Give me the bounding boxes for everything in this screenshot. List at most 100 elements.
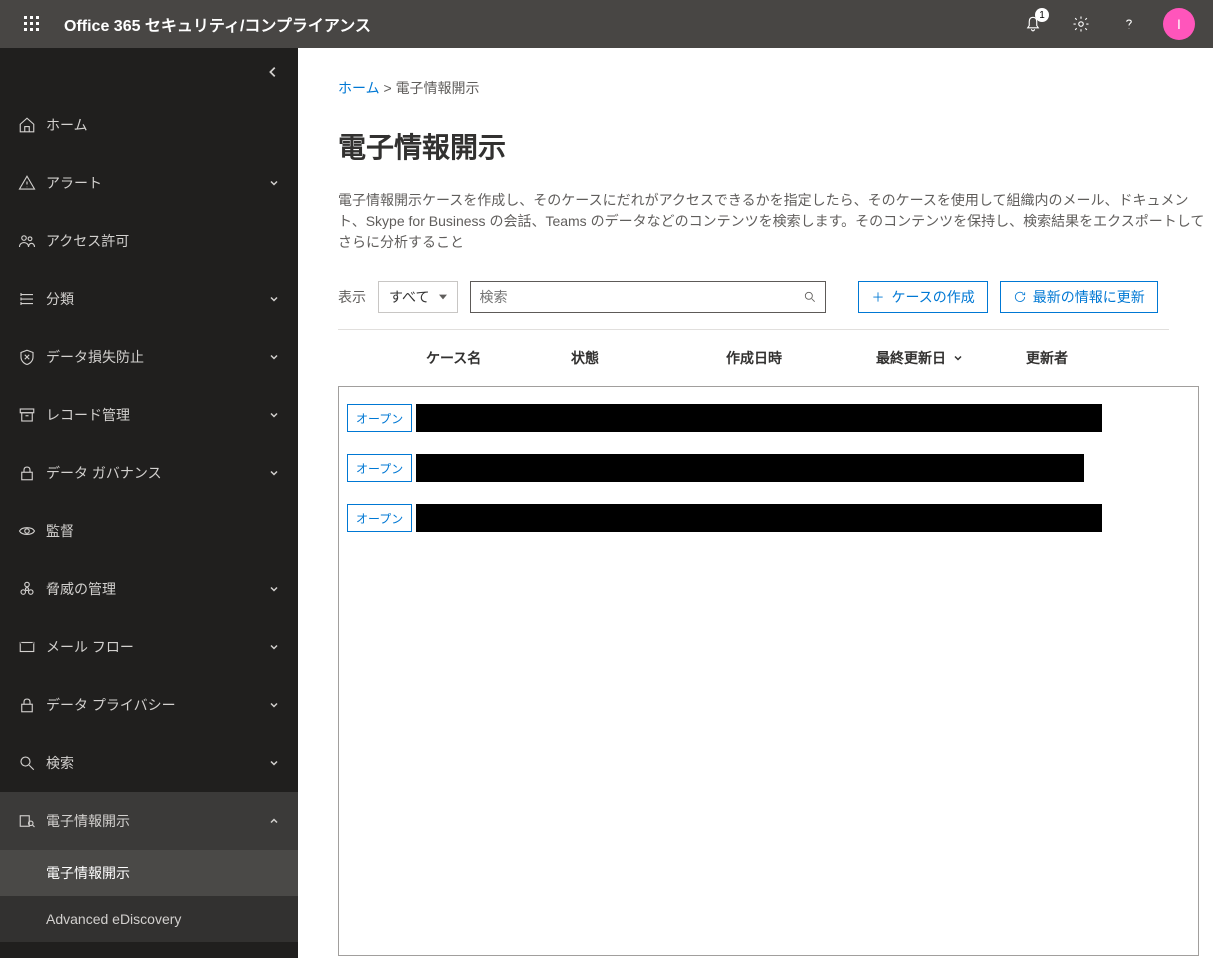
sidebar-item-label: メール フロー — [46, 637, 266, 657]
sidebar-subitem-label: Advanced eDiscovery — [46, 911, 181, 927]
caret-down-icon — [439, 293, 447, 301]
sidebar-subitem-label: 電子情報開示 — [46, 863, 130, 883]
sidebar-item-alerts[interactable]: アラート — [0, 154, 298, 212]
sidebar-item-permissions[interactable]: アクセス許可 — [0, 212, 298, 270]
sidebar-item-label: レコード管理 — [46, 405, 266, 425]
brand-title: Office 365 セキュリティ/コンプライアンス — [64, 12, 371, 36]
col-state[interactable]: 状態 — [563, 348, 718, 368]
chevron-down-icon — [266, 641, 282, 653]
show-label: 表示 — [338, 287, 366, 307]
chevron-down-icon — [266, 467, 282, 479]
sidebar-item-label: アクセス許可 — [46, 231, 282, 251]
table-row: オープン — [347, 447, 1198, 489]
people-icon — [18, 232, 46, 250]
list-icon — [18, 290, 46, 308]
sidebar-item-label: 検索 — [46, 753, 266, 773]
refresh-button[interactable]: 最新の情報に更新 — [1000, 281, 1158, 313]
sidebar-item-label: 監督 — [46, 521, 282, 541]
help-icon[interactable] — [1105, 0, 1153, 48]
avatar[interactable]: I — [1163, 8, 1195, 40]
chevron-down-icon — [266, 409, 282, 421]
plus-icon — [871, 290, 885, 304]
sidebar-item-classification[interactable]: 分類 — [0, 270, 298, 328]
sidebar-subitem-advanced-ediscovery[interactable]: Advanced eDiscovery — [0, 896, 298, 942]
mail-icon — [18, 638, 46, 656]
sidebar-item-records[interactable]: レコード管理 — [0, 386, 298, 444]
sidebar-item-label: 脅威の管理 — [46, 579, 266, 599]
notification-badge: 1 — [1035, 8, 1049, 22]
chevron-down-icon — [266, 177, 282, 189]
redacted-content — [416, 404, 1102, 432]
sidebar-item-home[interactable]: ホーム — [0, 96, 298, 154]
sidebar-item-label: 分類 — [46, 289, 266, 309]
redacted-content — [416, 504, 1102, 532]
breadcrumb-current: 電子情報開示 — [396, 80, 480, 96]
table-row: オープン — [347, 497, 1198, 539]
col-updated[interactable]: 最終更新日 — [868, 348, 1018, 368]
search-box[interactable] — [470, 281, 826, 313]
sidebar-item-label: 電子情報開示 — [46, 811, 266, 831]
page-title: 電子情報開示 — [338, 126, 1213, 166]
redacted-content — [416, 454, 1084, 482]
settings-icon[interactable] — [1057, 0, 1105, 48]
sidebar-item-dlp[interactable]: データ損失防止 — [0, 328, 298, 386]
search-icon — [803, 290, 817, 304]
chevron-down-icon — [266, 351, 282, 363]
lock-icon — [18, 696, 46, 714]
sidebar: ホーム アラート アクセス許可 分類 データ損失防止 レコード管理 — [0, 48, 298, 958]
open-case-button[interactable]: オープン — [347, 454, 412, 482]
open-case-button[interactable]: オープン — [347, 504, 412, 532]
notifications-icon[interactable]: 1 — [1009, 0, 1057, 48]
sidebar-item-label: データ損失防止 — [46, 347, 266, 367]
col-created[interactable]: 作成日時 — [718, 348, 868, 368]
toolbar: 表示 すべて ケースの作成 最新の情報に更新 — [338, 281, 1213, 313]
create-case-label: ケースの作成 — [891, 287, 974, 307]
sidebar-item-label: データ ガバナンス — [46, 463, 266, 483]
sidebar-item-label: データ プライバシー — [46, 695, 266, 715]
search-input[interactable] — [479, 289, 803, 305]
sidebar-item-mail-flow[interactable]: メール フロー — [0, 618, 298, 676]
page-description: 電子情報開示ケースを作成し、そのケースにだれがアクセスできるかを指定したら、その… — [338, 190, 1213, 253]
chevron-down-icon — [266, 699, 282, 711]
sidebar-subitem-ediscovery[interactable]: 電子情報開示 — [0, 850, 298, 896]
sidebar-item-supervision[interactable]: 監督 — [0, 502, 298, 560]
archive-icon — [18, 406, 46, 424]
lock-icon — [18, 464, 46, 482]
home-icon — [18, 116, 46, 134]
create-case-button[interactable]: ケースの作成 — [858, 281, 987, 313]
breadcrumb-home-link[interactable]: ホーム — [338, 80, 380, 96]
breadcrumb-separator: > — [383, 80, 391, 96]
chevron-down-icon — [266, 757, 282, 769]
open-case-button[interactable]: オープン — [347, 404, 412, 432]
col-updater[interactable]: 更新者 — [1018, 348, 1138, 368]
ediscovery-icon — [18, 812, 46, 830]
dropdown-value: すべて — [389, 287, 429, 307]
header-bar: Office 365 セキュリティ/コンプライアンス 1 I — [0, 0, 1213, 48]
eye-icon — [18, 522, 46, 540]
chevron-down-icon — [266, 583, 282, 595]
main-content: ホーム > 電子情報開示 電子情報開示 電子情報開示ケースを作成し、そのケースに… — [298, 48, 1213, 958]
collapse-sidebar-button[interactable] — [0, 48, 298, 96]
chevron-down-icon — [952, 352, 964, 364]
sidebar-item-ediscovery[interactable]: 電子情報開示 — [0, 792, 298, 850]
sidebar-item-threat-mgmt[interactable]: 脅威の管理 — [0, 560, 298, 618]
refresh-label: 最新の情報に更新 — [1033, 287, 1145, 307]
sidebar-item-data-privacy[interactable]: データ プライバシー — [0, 676, 298, 734]
shield-x-icon — [18, 348, 46, 366]
breadcrumb: ホーム > 電子情報開示 — [338, 78, 1213, 98]
biohazard-icon — [18, 580, 46, 598]
search-icon — [18, 754, 46, 772]
table-header: ケース名 状態 作成日時 最終更新日 更新者 — [338, 330, 1213, 386]
app-launcher-icon[interactable] — [8, 0, 56, 48]
filter-dropdown[interactable]: すべて — [378, 281, 458, 313]
refresh-icon — [1013, 290, 1027, 304]
chevron-up-icon — [266, 815, 282, 827]
sidebar-item-data-governance[interactable]: データ ガバナンス — [0, 444, 298, 502]
sidebar-item-search[interactable]: 検索 — [0, 734, 298, 792]
table-row: オープン — [347, 397, 1198, 439]
col-case-name[interactable]: ケース名 — [418, 348, 563, 368]
alert-icon — [18, 174, 46, 192]
table-body: オープン オープン オープン — [338, 386, 1199, 956]
sidebar-item-label: ホーム — [46, 115, 282, 135]
chevron-down-icon — [266, 293, 282, 305]
